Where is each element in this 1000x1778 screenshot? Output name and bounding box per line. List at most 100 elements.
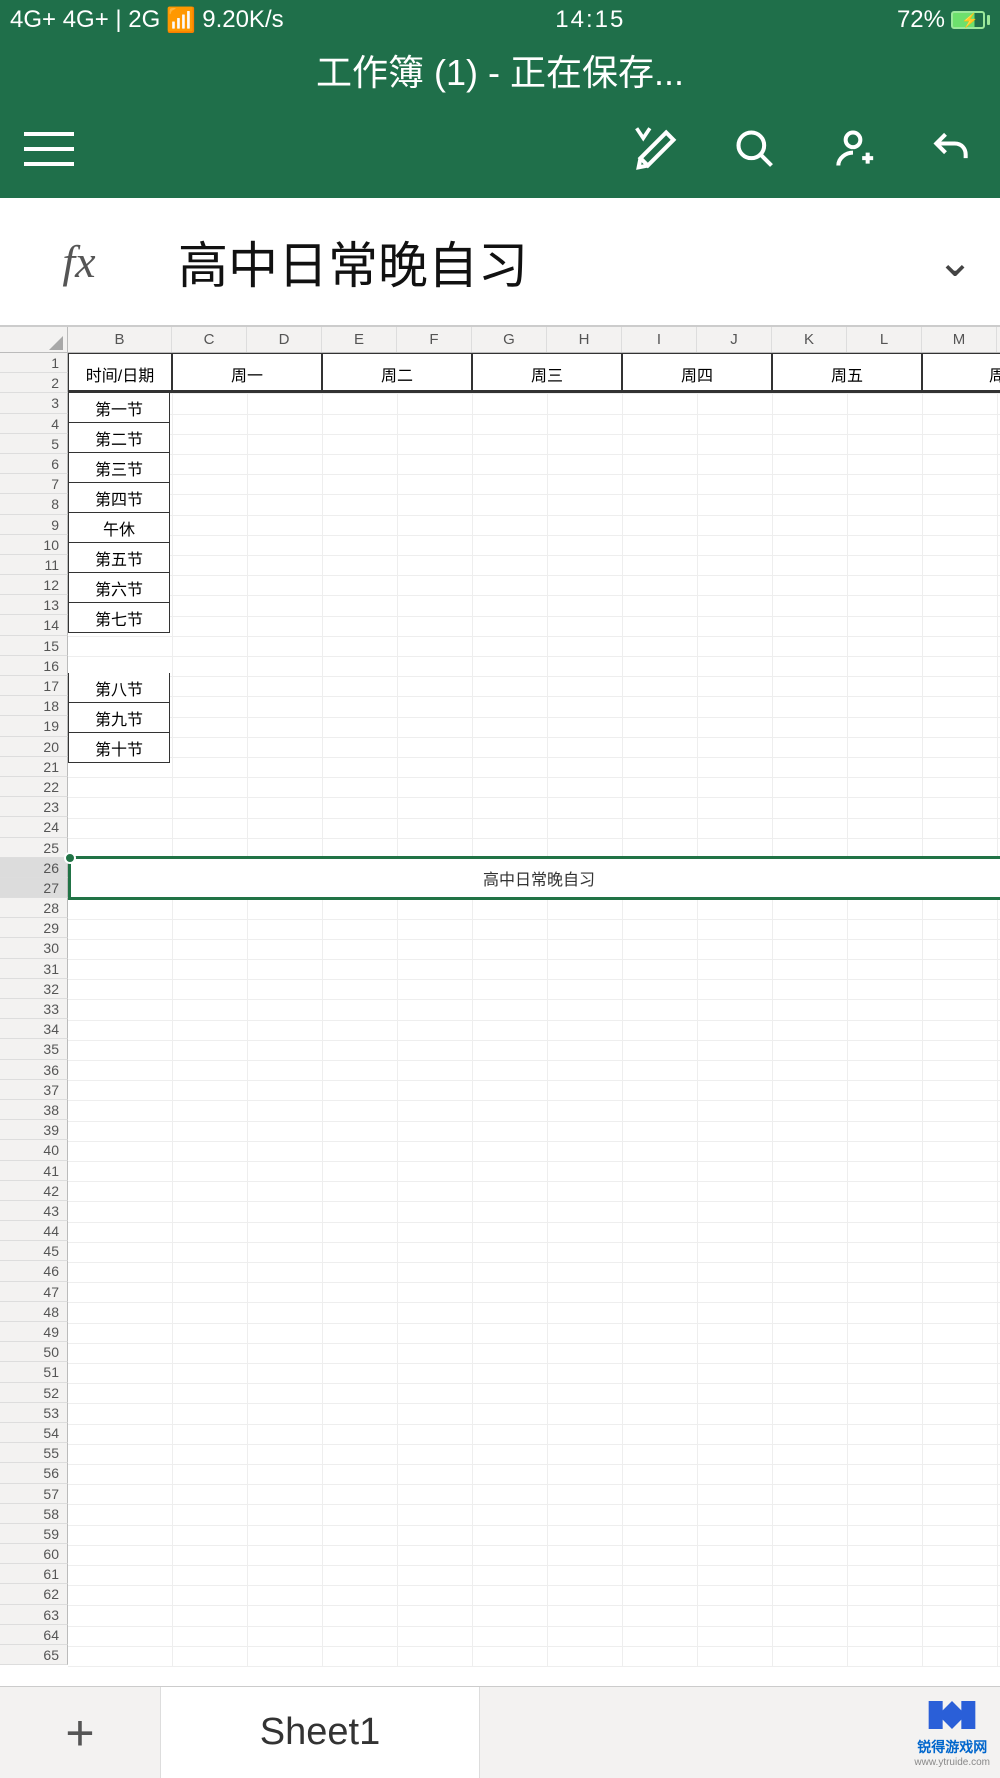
period-label-9[interactable]: 第八节 <box>68 673 170 703</box>
col-header-D[interactable]: D <box>247 327 322 352</box>
table-corner[interactable]: 时间/日期 <box>68 353 172 393</box>
row-header-2[interactable]: 2 <box>0 373 68 393</box>
row-header-36[interactable]: 36 <box>0 1060 68 1080</box>
row-header-59[interactable]: 59 <box>0 1524 68 1544</box>
row-header-28[interactable]: 28 <box>0 898 68 918</box>
day-header-2[interactable]: 周三 <box>472 353 622 393</box>
row-header-5[interactable]: 5 <box>0 434 68 454</box>
row-header-56[interactable]: 56 <box>0 1463 68 1483</box>
col-header-C[interactable]: C <box>172 327 247 352</box>
row-header-60[interactable]: 60 <box>0 1544 68 1564</box>
row-header-45[interactable]: 45 <box>0 1241 68 1261</box>
row-header-46[interactable]: 46 <box>0 1261 68 1281</box>
row-header-27[interactable]: 27 <box>0 878 68 898</box>
row-header-30[interactable]: 30 <box>0 938 68 958</box>
row-header-17[interactable]: 17 <box>0 676 68 696</box>
undo-icon[interactable] <box>926 124 976 174</box>
edit-icon[interactable] <box>632 124 682 174</box>
row-header-10[interactable]: 10 <box>0 535 68 555</box>
day-header-4[interactable]: 周五 <box>772 353 922 393</box>
period-label-3[interactable]: 第四节 <box>68 483 170 513</box>
row-header-54[interactable]: 54 <box>0 1423 68 1443</box>
row-header-1[interactable]: 1 <box>0 353 68 373</box>
row-header-32[interactable]: 32 <box>0 979 68 999</box>
row-header-51[interactable]: 51 <box>0 1362 68 1382</box>
row-header-43[interactable]: 43 <box>0 1201 68 1221</box>
share-icon[interactable] <box>828 124 878 174</box>
row-header-14[interactable]: 14 <box>0 615 68 635</box>
row-header-52[interactable]: 52 <box>0 1383 68 1403</box>
row-header-29[interactable]: 29 <box>0 918 68 938</box>
row-header-7[interactable]: 7 <box>0 474 68 494</box>
row-header-44[interactable]: 44 <box>0 1221 68 1241</box>
col-header-H[interactable]: H <box>547 327 622 352</box>
period-label-2[interactable]: 第三节 <box>68 453 170 483</box>
day-header-3[interactable]: 周四 <box>622 353 772 393</box>
selected-cell[interactable]: 高中日常晚自习 <box>68 856 1000 900</box>
row-header-33[interactable]: 33 <box>0 999 68 1019</box>
col-header-I[interactable]: I <box>622 327 697 352</box>
selection-handle-tl[interactable] <box>64 852 76 864</box>
row-header-15[interactable]: 15 <box>0 636 68 656</box>
row-header-49[interactable]: 49 <box>0 1322 68 1342</box>
menu-button[interactable] <box>24 132 74 166</box>
select-all-corner[interactable] <box>0 327 68 352</box>
row-header-11[interactable]: 11 <box>0 555 68 575</box>
period-label-4[interactable]: 午休 <box>68 513 170 543</box>
row-header-19[interactable]: 19 <box>0 716 68 736</box>
row-header-57[interactable]: 57 <box>0 1484 68 1504</box>
row-header-16[interactable]: 16 <box>0 656 68 676</box>
row-header-65[interactable]: 65 <box>0 1645 68 1665</box>
row-header-21[interactable]: 21 <box>0 757 68 777</box>
row-header-61[interactable]: 61 <box>0 1564 68 1584</box>
row-header-34[interactable]: 34 <box>0 1019 68 1039</box>
search-icon[interactable] <box>730 124 780 174</box>
row-header-37[interactable]: 37 <box>0 1080 68 1100</box>
period-label-11[interactable]: 第十节 <box>68 733 170 763</box>
row-header-6[interactable]: 6 <box>0 454 68 474</box>
row-header-47[interactable]: 47 <box>0 1282 68 1302</box>
row-header-39[interactable]: 39 <box>0 1120 68 1140</box>
row-header-40[interactable]: 40 <box>0 1140 68 1160</box>
col-header-B[interactable]: B <box>68 327 172 352</box>
row-header-13[interactable]: 13 <box>0 595 68 615</box>
day-header-5[interactable]: 周 <box>922 353 1000 393</box>
row-header-55[interactable]: 55 <box>0 1443 68 1463</box>
period-label-5[interactable]: 第五节 <box>68 543 170 573</box>
row-header-3[interactable]: 3 <box>0 393 68 413</box>
col-header-M[interactable]: M <box>922 327 997 352</box>
formula-expand[interactable]: ⌄ <box>910 236 1000 287</box>
row-header-63[interactable]: 63 <box>0 1605 68 1625</box>
row-header-31[interactable]: 31 <box>0 959 68 979</box>
row-header-53[interactable]: 53 <box>0 1403 68 1423</box>
row-header-42[interactable]: 42 <box>0 1181 68 1201</box>
row-header-25[interactable]: 25 <box>0 838 68 858</box>
period-label-0[interactable]: 第一节 <box>68 393 170 423</box>
col-header-F[interactable]: F <box>397 327 472 352</box>
row-header-50[interactable]: 50 <box>0 1342 68 1362</box>
row-header-41[interactable]: 41 <box>0 1161 68 1181</box>
col-header-G[interactable]: G <box>472 327 547 352</box>
day-header-0[interactable]: 周一 <box>172 353 322 393</box>
row-header-8[interactable]: 8 <box>0 494 68 514</box>
row-header-38[interactable]: 38 <box>0 1100 68 1120</box>
spreadsheet-grid[interactable]: BCDEFGHIJKLM 123456789101112131415161718… <box>0 326 1000 1686</box>
col-header-J[interactable]: J <box>697 327 772 352</box>
day-header-1[interactable]: 周二 <box>322 353 472 393</box>
row-header-62[interactable]: 62 <box>0 1584 68 1604</box>
row-header-20[interactable]: 20 <box>0 737 68 757</box>
row-header-48[interactable]: 48 <box>0 1302 68 1322</box>
row-header-58[interactable]: 58 <box>0 1504 68 1524</box>
formula-input[interactable]: 高中日常晚自习 <box>158 198 910 325</box>
row-header-35[interactable]: 35 <box>0 1039 68 1059</box>
row-header-24[interactable]: 24 <box>0 817 68 837</box>
col-header-L[interactable]: L <box>847 327 922 352</box>
period-label-1[interactable]: 第二节 <box>68 423 170 453</box>
row-header-22[interactable]: 22 <box>0 777 68 797</box>
row-header-4[interactable]: 4 <box>0 414 68 434</box>
row-header-64[interactable]: 64 <box>0 1625 68 1645</box>
row-header-23[interactable]: 23 <box>0 797 68 817</box>
period-label-7[interactable]: 第七节 <box>68 603 170 633</box>
add-sheet-button[interactable]: + <box>0 1687 160 1778</box>
row-header-18[interactable]: 18 <box>0 696 68 716</box>
